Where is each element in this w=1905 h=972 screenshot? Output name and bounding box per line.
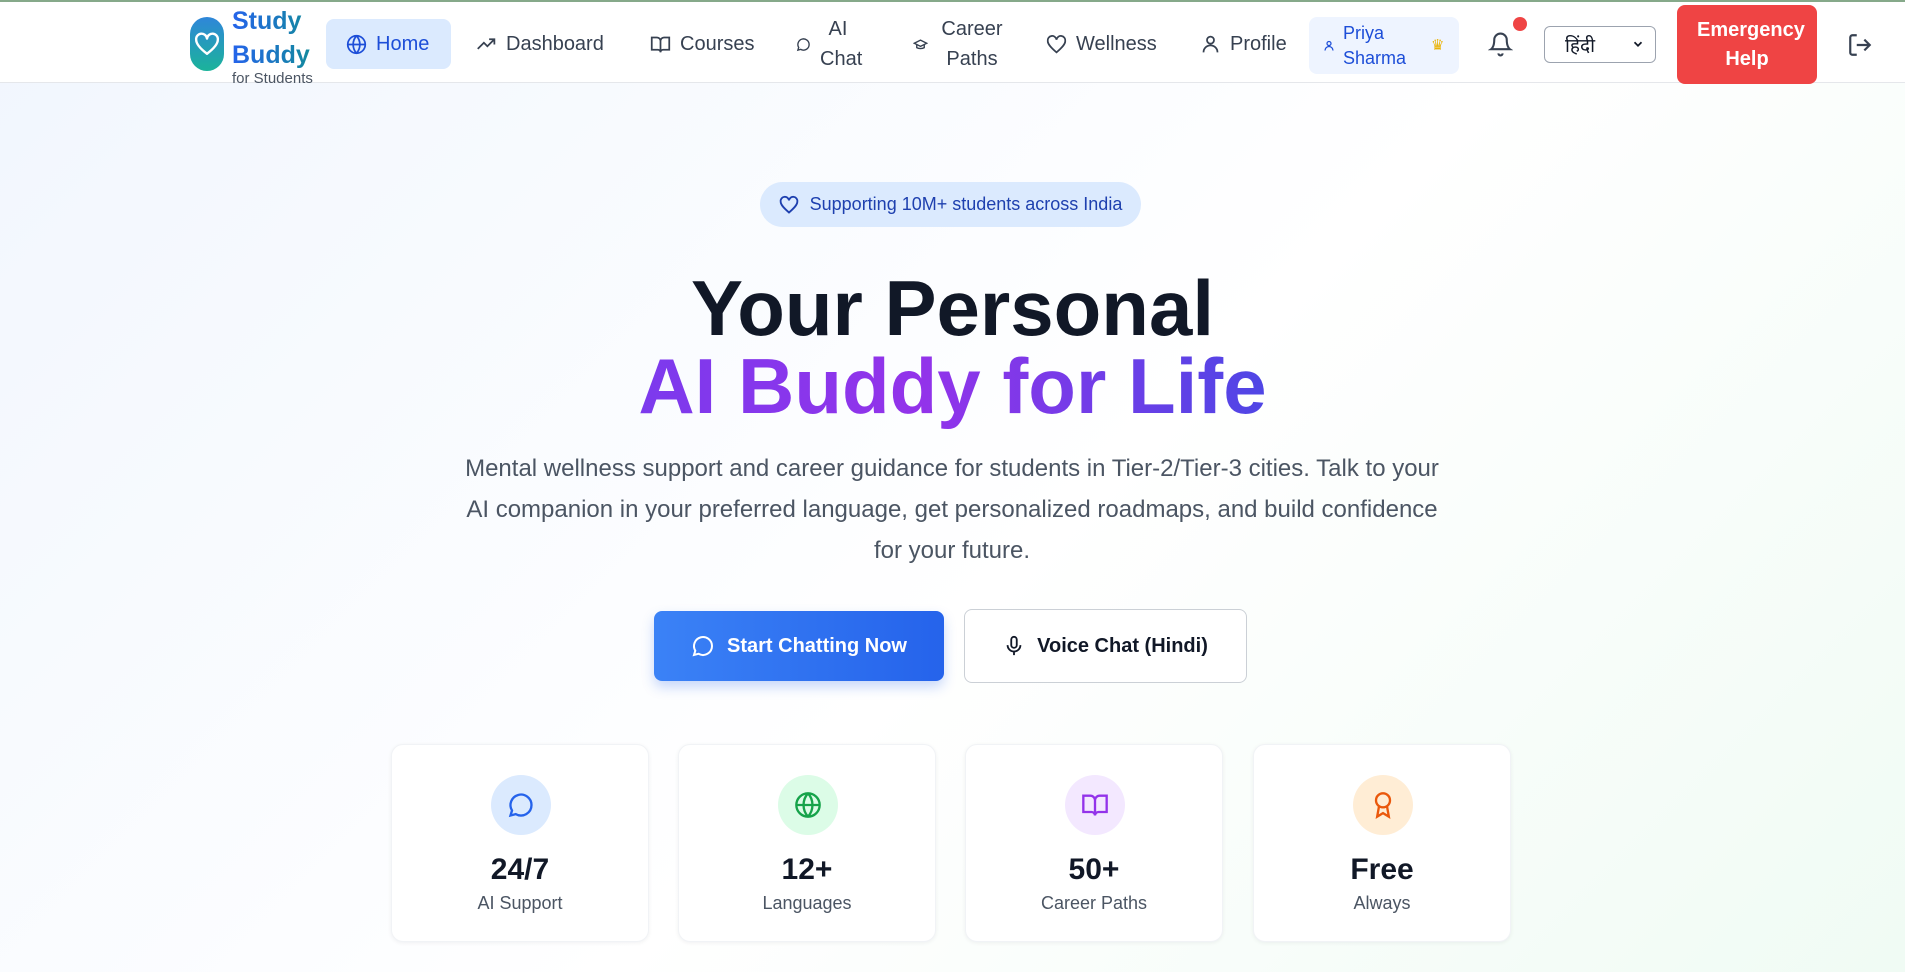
user-icon bbox=[1324, 40, 1334, 51]
stat-label: Languages bbox=[762, 893, 852, 913]
chat-icon bbox=[692, 636, 714, 657]
stat-card-career-paths: 50+ Career Paths bbox=[965, 744, 1223, 942]
hero-title-line2: AI Buddy for Life bbox=[0, 340, 1905, 432]
supporting-badge: Supporting 10M+ students across India bbox=[760, 182, 1141, 227]
start-chatting-label: Start Chatting Now bbox=[727, 634, 907, 657]
nav-home[interactable]: Home bbox=[326, 19, 451, 69]
nav-profile[interactable]: Profile bbox=[1190, 19, 1297, 69]
emergency-help-label: Emergency Help bbox=[1697, 18, 1805, 70]
stat-label: Career Paths bbox=[1040, 893, 1148, 913]
start-chatting-button[interactable]: Start Chatting Now bbox=[654, 611, 944, 681]
nav-ai-chat[interactable]: AI Chat bbox=[786, 15, 866, 73]
stat-card-ai-support: 24/7 AI Support bbox=[391, 744, 649, 942]
nav-ai-chat-label: AI Chat bbox=[820, 18, 863, 70]
logo-heart-icon[interactable] bbox=[190, 17, 224, 71]
heart-icon bbox=[1046, 34, 1067, 54]
language-select[interactable]: हिंदी bbox=[1544, 26, 1656, 63]
logout-icon[interactable] bbox=[1847, 32, 1873, 63]
nav-wellness[interactable]: Wellness bbox=[1036, 19, 1167, 69]
nav-wellness-label: Wellness bbox=[1076, 32, 1157, 55]
nav-home-label: Home bbox=[376, 32, 430, 55]
globe-icon bbox=[346, 34, 367, 54]
book-open-icon bbox=[1065, 775, 1125, 835]
emergency-help-button[interactable]: Emergency Help bbox=[1677, 5, 1817, 84]
book-open-icon bbox=[650, 36, 671, 53]
top-navbar: Study Buddy for Students Home Dashboard … bbox=[0, 2, 1905, 87]
nav-profile-label: Profile bbox=[1230, 32, 1287, 55]
bell-icon[interactable] bbox=[1487, 31, 1514, 62]
nav-career-paths-label: Career Paths bbox=[941, 18, 1003, 70]
microphone-icon bbox=[1006, 635, 1022, 656]
stat-card-free: Free Always bbox=[1253, 744, 1511, 942]
brand-tagline: for Students bbox=[232, 70, 313, 87]
stat-value: 50+ bbox=[1068, 853, 1120, 886]
chat-icon bbox=[491, 775, 551, 835]
hero-title-gradient-text: AI Buddy for Life bbox=[638, 342, 1267, 430]
user-menu[interactable]: Priya Sharma ♛ bbox=[1309, 17, 1459, 74]
nav-dashboard-label: Dashboard bbox=[506, 32, 604, 55]
user-icon bbox=[1202, 35, 1219, 52]
hero-description: Mental wellness support and career guida… bbox=[465, 455, 1439, 564]
user-name: Priya Sharma bbox=[1343, 22, 1407, 68]
chat-icon bbox=[796, 37, 810, 51]
language-selected: हिंदी bbox=[1565, 34, 1596, 57]
stat-value: 24/7 bbox=[490, 853, 550, 886]
nav-courses[interactable]: Courses bbox=[640, 19, 764, 69]
nav-career-paths[interactable]: Career Paths bbox=[903, 15, 1017, 73]
crown-icon: ♛ bbox=[1431, 37, 1445, 54]
heart-icon bbox=[779, 195, 798, 214]
supporting-badge-text: Supporting 10M+ students across India bbox=[809, 194, 1123, 214]
nav-courses-label: Courses bbox=[680, 32, 755, 55]
graduation-cap-icon bbox=[913, 38, 928, 49]
stat-card-languages: 12+ Languages bbox=[678, 744, 936, 942]
voice-chat-label: Voice Chat (Hindi) bbox=[1037, 634, 1208, 657]
stat-value: 12+ bbox=[781, 853, 833, 886]
trend-up-icon bbox=[477, 37, 496, 49]
voice-chat-button[interactable]: Voice Chat (Hindi) bbox=[964, 609, 1247, 683]
chevron-down-icon bbox=[1633, 41, 1643, 47]
stat-label: AI Support bbox=[477, 893, 563, 913]
globe-icon bbox=[778, 775, 838, 835]
award-icon bbox=[1353, 775, 1413, 835]
stat-value: Free bbox=[1350, 853, 1414, 886]
nav-dashboard[interactable]: Dashboard bbox=[466, 19, 614, 69]
stat-label: Always bbox=[1353, 893, 1411, 913]
brand-name[interactable]: Study Buddy bbox=[232, 4, 332, 72]
notification-badge bbox=[1513, 17, 1527, 31]
